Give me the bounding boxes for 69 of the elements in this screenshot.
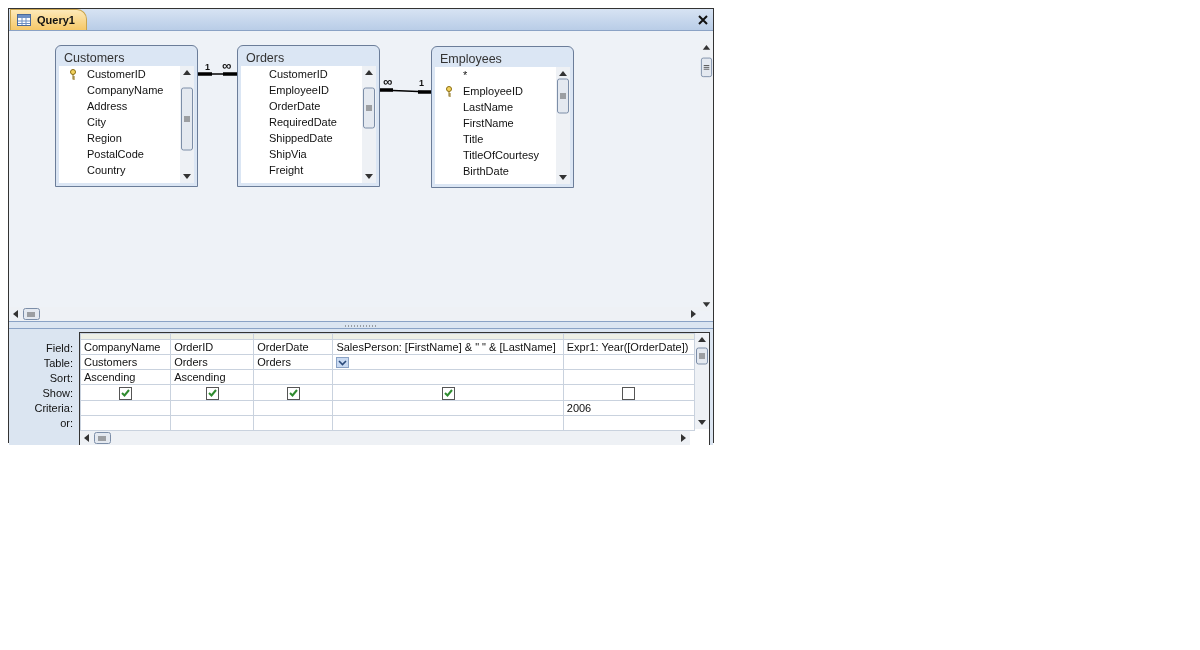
show-checkbox[interactable] [119,386,133,400]
checkmark-icon [121,389,131,398]
show-checkbox[interactable] [441,386,455,400]
field-item[interactable]: PostalCode [87,145,144,163]
field-item[interactable]: Address [87,97,128,115]
table-title: Orders [245,50,286,66]
relationship-line [198,71,238,77]
grid-cell[interactable]: Orders [170,354,254,370]
grid-cell[interactable]: Customers [80,354,171,370]
row-label: or: [59,416,74,431]
row-label: Show: [41,386,74,401]
close-icon[interactable] [697,14,709,26]
table-box[interactable]: Orders CustomerID EmployeeID OrderDate RequiredDate ShippedDate ShipVia Freight [237,45,380,187]
field-item[interactable]: LastName [463,98,514,116]
grid-cell[interactable]: CompanyName [80,339,171,355]
field-item[interactable]: City [87,113,106,131]
cardinality-label: 1 [419,79,424,88]
field-item[interactable]: RequiredDate [269,113,337,131]
row-label: Field: [45,341,74,356]
field-item[interactable]: EmployeeID [269,81,329,99]
table-box[interactable]: Customers CustomerID CompanyName Address City Region PostalCode Country [55,45,198,187]
grid-cell[interactable]: Orders [253,354,333,370]
grid-cell[interactable]: Ascending [170,369,254,385]
field-item[interactable]: Title [463,130,484,148]
field-item[interactable]: Country [87,161,126,179]
field-item[interactable]: Region [87,129,122,147]
scrollbar[interactable] [362,66,376,183]
field-item[interactable]: ShipVia [269,145,307,163]
row-label: Sort: [48,371,74,386]
field-item[interactable]: TitleOfCourtesy [463,146,539,164]
field-item[interactable]: BirthDate [463,162,509,180]
field-item[interactable]: CustomerID [87,66,146,83]
field-item[interactable]: CompanyName [87,81,164,99]
grid-cell[interactable]: OrderID [170,339,254,355]
table-title: Employees [439,51,503,67]
show-checkbox[interactable] [286,386,300,400]
field-item[interactable]: Freight [269,161,304,179]
grid-cell[interactable]: Ascending [80,369,171,385]
checkmark-icon [207,389,217,398]
key-icon [445,85,453,97]
field-item[interactable]: ShippedDate [269,129,333,147]
grid-cell[interactable]: Expr1: Year([OrderDate]) [563,339,695,355]
key-icon [69,68,77,80]
show-checkbox[interactable] [205,386,219,400]
field-item[interactable]: FirstName [463,114,514,132]
query-icon [17,14,31,26]
document-tab[interactable]: Query1 [10,9,87,30]
grid-cell[interactable]: 2006 [563,400,695,416]
grid-cell[interactable]: SalesPerson: [FirstName] & " " & [LastName] [332,339,564,355]
cardinality-label: 1 [205,63,210,72]
field-item[interactable]: EmployeeID [463,82,523,100]
table-box[interactable]: Employees * EmployeeID LastName FirstName Title TitleOfCourtesy BirthDate [431,46,574,188]
scrollbar[interactable] [695,333,709,429]
scrollbar[interactable] [556,67,570,184]
cardinality-label: ∞ [222,59,232,72]
row-label: Criteria: [33,401,74,416]
field-item[interactable]: * [463,67,468,84]
field-item[interactable]: CustomerID [269,66,328,83]
splitter-handle[interactable] [344,324,378,328]
dropdown-icon[interactable] [336,356,350,368]
table-title: Customers [63,50,126,66]
field-item[interactable]: OrderDate [269,97,321,115]
grid-cell[interactable]: OrderDate [253,339,333,355]
row-label: Table: [42,356,74,371]
scrollbar[interactable] [180,66,194,183]
show-checkbox[interactable] [622,386,636,400]
cardinality-label: ∞ [383,75,393,88]
checkmark-icon [288,389,298,398]
checkmark-icon [443,389,453,398]
